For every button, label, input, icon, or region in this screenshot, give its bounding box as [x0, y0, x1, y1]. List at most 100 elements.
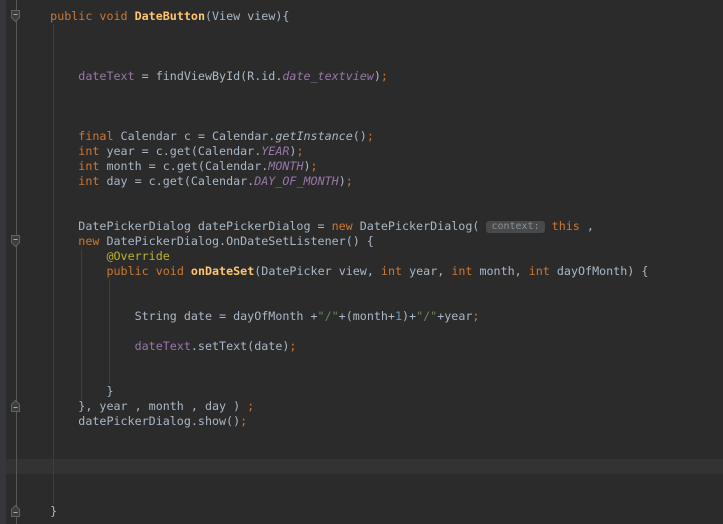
code-token: int — [78, 159, 107, 173]
code-token: (DatePicker view, — [254, 264, 381, 278]
indent-guide — [81, 249, 82, 400]
gutter-left-strip — [0, 0, 6, 524]
code-token: ; — [247, 399, 255, 413]
code-token: month, — [479, 264, 529, 278]
code-token: ) — [338, 174, 346, 188]
code-token: onDateSet — [190, 264, 255, 278]
code-token: , — [579, 219, 594, 233]
code-token: 1 — [394, 309, 403, 323]
code-token: final — [78, 129, 121, 143]
code-token: .setText(date) — [190, 339, 290, 353]
code-line: public void DateButton(View view){ — [0, 9, 723, 24]
code-token: ; — [289, 339, 297, 353]
code-line: @Override — [0, 249, 723, 264]
code-token: = findViewById(R.id. — [134, 69, 283, 83]
caret-line-highlight — [0, 459, 723, 474]
code-line: } — [0, 384, 723, 399]
code-token: () — [352, 129, 367, 143]
code-token: dateText — [134, 339, 191, 353]
code-line: dateText = findViewById(R.id.date_textvi… — [0, 69, 723, 84]
code-token: int — [528, 264, 557, 278]
code-line: datePickerDialog.show(); — [0, 414, 723, 429]
code-line: int month = c.get(Calendar.MONTH); — [0, 159, 723, 174]
code-token: ; — [380, 69, 388, 83]
code-token: month = c.get(Calendar. — [106, 159, 269, 173]
fold-collapse-marker-icon[interactable] — [10, 9, 21, 23]
code-token: int — [78, 174, 107, 188]
indent-guide — [109, 279, 110, 384]
code-token: } — [22, 384, 114, 398]
code-token: Calendar c = Calendar. — [120, 129, 276, 143]
code-token: ) — [373, 69, 381, 83]
code-area: public void DateButton(View view){ dateT… — [0, 0, 723, 519]
fold-expand-marker-icon[interactable] — [10, 504, 21, 518]
code-line: int day = c.get(Calendar.DAY_OF_MONTH); — [0, 174, 723, 189]
code-token: public void — [106, 264, 191, 278]
code-token: public void — [50, 9, 135, 23]
code-line: }, year , month , day ) ; — [0, 399, 723, 414]
code-token: +year — [437, 309, 473, 323]
code-line: public void onDateSet(DatePicker view, i… — [0, 264, 723, 279]
code-token: int — [451, 264, 480, 278]
code-token: DatePickerDialog.OnDateSetListener() { — [106, 234, 374, 248]
code-token: String date = dayOfMonth + — [22, 309, 318, 323]
code-token: year = c.get(Calendar. — [106, 144, 262, 158]
indent-guide — [53, 24, 54, 504]
code-token: ; — [240, 414, 248, 428]
code-editor[interactable]: public void DateButton(View view){ dateT… — [0, 0, 723, 524]
parameter-hint-badge: context: — [486, 221, 545, 233]
code-line: final Calendar c = Calendar.getInstance(… — [0, 129, 723, 144]
code-token: }, year , month , day ) — [22, 399, 248, 413]
code-token: ; — [345, 174, 353, 188]
code-token: DAY_OF_MONTH — [254, 174, 339, 188]
code-token: year, — [409, 264, 452, 278]
code-token: date_textview — [282, 69, 374, 83]
code-token: new — [78, 234, 107, 248]
code-token: } — [22, 504, 58, 518]
code-token: MONTH — [268, 159, 304, 173]
code-token: DatePickerDialog( — [359, 219, 487, 233]
code-token: dateText — [78, 69, 135, 83]
code-token: datePickerDialog.show() — [22, 414, 241, 428]
code-token: getInstance — [275, 129, 353, 143]
fold-line — [16, 0, 17, 524]
code-line: new DatePickerDialog.OnDateSetListener()… — [0, 234, 723, 249]
code-token: ) — [303, 159, 311, 173]
code-token: @Override — [106, 249, 170, 263]
code-line: } — [0, 504, 723, 519]
code-token: "/" — [317, 309, 339, 323]
code-token: day = c.get(Calendar. — [106, 174, 255, 188]
fold-expand-marker-icon[interactable] — [10, 399, 21, 413]
code-token: ; — [296, 144, 304, 158]
code-token: "/" — [416, 309, 438, 323]
code-token: int — [78, 144, 107, 158]
code-token: +(month+ — [338, 309, 395, 323]
code-token: new — [331, 219, 360, 233]
code-token: ; — [366, 129, 374, 143]
fold-collapse-marker-icon[interactable] — [10, 234, 21, 248]
code-token: dayOfMonth) { — [556, 264, 649, 278]
code-token: DatePickerDialog datePickerDialog = — [22, 219, 332, 233]
